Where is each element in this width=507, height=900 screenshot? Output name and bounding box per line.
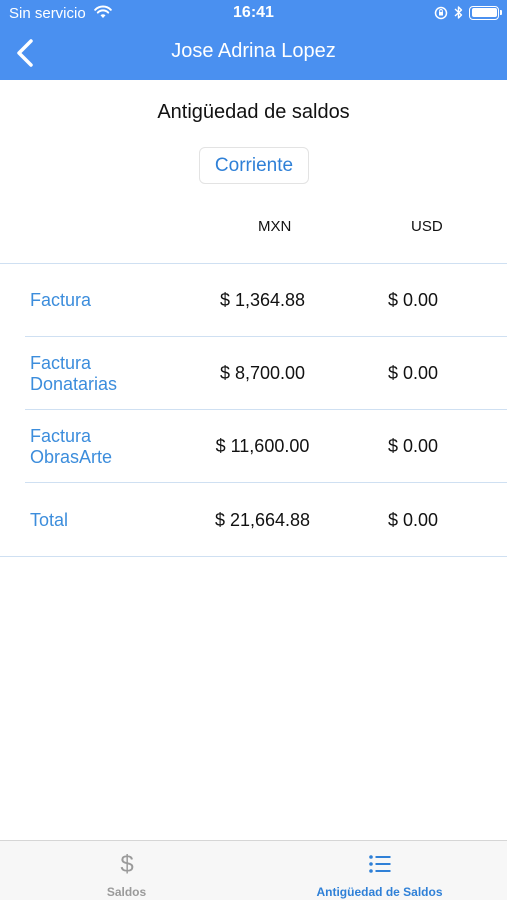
table-row: Factura $ 1,364.88 $ 0.00: [0, 264, 507, 337]
table-row: Factura ObrasArte $ 11,600.00 $ 0.00: [0, 410, 507, 483]
row-label: Factura ObrasArte: [30, 426, 113, 467]
table-row: Factura Donatarias $ 8,700.00 $ 0.00: [0, 337, 507, 410]
orientation-lock-icon: [434, 6, 448, 19]
row-mxn-value: $ 21,664.88: [214, 510, 311, 530]
clock: 16:41: [233, 4, 274, 21]
tab-bar: $ Saldos Antigüedad de Saldos: [0, 840, 507, 900]
navigation-bar: Jose Adrina Lopez: [0, 28, 507, 80]
list-icon: [368, 855, 390, 873]
row-mxn-value: $ 8,700.00: [219, 363, 306, 383]
dollar-icon: $: [120, 851, 133, 877]
row-mxn-value: $ 11,600.00: [215, 436, 310, 456]
svg-text:$: $: [120, 851, 133, 877]
nav-title: Jose Adrina Lopez: [171, 40, 336, 62]
battery-icon: [469, 5, 502, 20]
row-label: Total: [30, 510, 69, 530]
tab-antiguedad-de-saldos[interactable]: Antigüedad de Saldos: [253, 841, 506, 900]
tab-label: Saldos: [106, 885, 147, 899]
column-header-usd: USD: [411, 218, 443, 235]
segment-corriente-button[interactable]: Corriente: [199, 147, 309, 184]
row-usd-value: $ 0.00: [387, 510, 439, 530]
tab-label: Antigüedad de Saldos: [316, 885, 443, 899]
row-label: Factura Donatarias: [30, 353, 118, 394]
row-label: Factura: [30, 290, 92, 310]
status-right: [434, 5, 502, 20]
top-bar: Sin servicio 16:41 Jose Adrina Lopez: [0, 0, 507, 80]
bluetooth-icon: [454, 6, 463, 19]
row-mxn-value: $ 1,364.88: [219, 290, 306, 310]
row-usd-value: $ 0.00: [387, 290, 439, 310]
column-header-mxn: MXN: [258, 218, 292, 235]
table-row-total: Total $ 21,664.88 $ 0.00: [0, 483, 507, 556]
row-usd-value: $ 0.00: [387, 436, 439, 456]
tab-saldos[interactable]: $ Saldos: [0, 841, 253, 900]
row-usd-value: $ 0.00: [387, 363, 439, 383]
page-title: Antigüedad de saldos: [157, 101, 350, 123]
table-bottom-divider: [0, 556, 507, 557]
status-bar: Sin servicio 16:41: [0, 0, 507, 28]
